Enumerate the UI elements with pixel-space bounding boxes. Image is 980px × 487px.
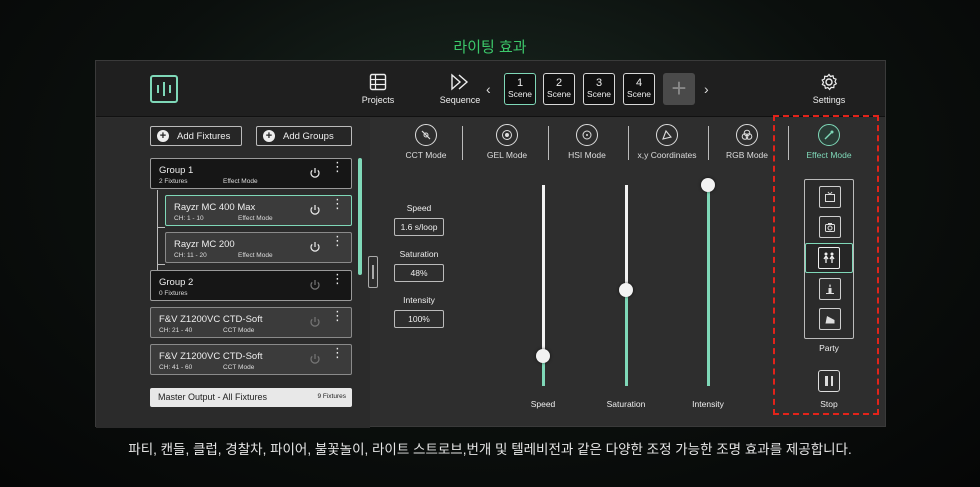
power-icon[interactable] [309,167,321,179]
page-heading: 라이팅 효과 [453,39,527,56]
intensity-slider-label: Intensity [692,399,724,409]
scene-2-button[interactable]: 2 Scene [543,73,575,105]
tab-cct-mode[interactable]: CCT Mode [391,124,461,160]
fixtures-scrollbar[interactable] [358,158,362,275]
tab-effect-mode[interactable]: Effect Mode [794,124,864,160]
saturation-slider-knob[interactable] [619,282,633,297]
plus-icon: + [263,130,275,142]
saturation-param-label: Saturation [399,249,439,259]
fixture-row[interactable]: F&V Z1200VC CTD-Soft CH: 41 - 60 CCT Mod… [150,344,352,375]
fireworks-icon [825,316,835,324]
more-icon[interactable]: ⋮ [331,197,344,210]
divider [708,126,709,160]
top-bar: Projects Sequence ‹ 1 Scene 2 Scene 3 Sc… [96,61,885,117]
party-icon [823,252,835,263]
gel-icon [496,124,518,146]
power-icon[interactable] [309,353,321,365]
intensity-slider-knob[interactable] [701,178,715,192]
more-icon[interactable]: ⋮ [331,309,344,322]
effect-camera-button[interactable] [819,216,841,238]
panel-resize-handle[interactable] [368,256,378,288]
effect-candle-button[interactable] [819,278,841,300]
more-icon[interactable]: ⋮ [331,272,344,285]
divider [628,126,629,160]
effects-list [804,179,854,339]
tab-rgb-mode[interactable]: RGB Mode [712,124,782,160]
sequence-icon [451,73,469,91]
power-icon[interactable] [309,204,321,216]
power-icon[interactable] [309,241,321,253]
effect-fireworks-button[interactable] [819,308,841,330]
stop-label: Stop [820,399,838,409]
fixtures-panel: + Add Fixtures + Add Groups Group 1 2 Fi… [96,118,370,428]
speed-param-label: Speed [406,203,432,213]
plus-icon: + [157,130,169,142]
caption-text: 파티, 캔들, 클럽, 경찰차, 파이어, 불꽃놀이, 라이트 스트로브,번개 … [128,442,852,457]
tab-hsi-mode[interactable]: HSI Mode [552,124,622,160]
power-icon[interactable] [309,279,321,291]
tree-connector [157,264,165,265]
cct-icon [415,124,437,146]
rgb-icon [736,124,758,146]
divider [462,126,463,160]
more-icon[interactable]: ⋮ [331,346,344,359]
settings-button[interactable]: Settings [806,73,852,105]
sequence-button[interactable]: Sequence [436,73,484,105]
fixture-row[interactable]: Rayzr MC 200 CH: 11 - 20 Effect Mode ⋮ [165,232,352,263]
fixture-row[interactable]: F&V Z1200VC CTD-Soft CH: 21 - 40 CCT Mod… [150,307,352,338]
projects-button[interactable]: Projects [352,73,404,105]
app-window: Projects Sequence ‹ 1 Scene 2 Scene 3 Sc… [95,60,886,428]
sequence-label: Sequence [439,95,481,105]
divider [788,126,789,160]
intensity-param-label: Intensity [403,295,435,305]
effect-party-button[interactable] [805,243,853,273]
app-logo-icon[interactable] [150,75,178,103]
tree-connector [157,227,165,228]
master-output-row[interactable]: Master Output - All Fixtures 9 Fixtures [150,388,352,407]
camera-icon [825,223,835,232]
power-icon[interactable] [309,316,321,328]
selected-effect-label: Party [819,343,839,353]
tv-icon [825,191,835,202]
saturation-slider-label: Saturation [606,399,646,409]
fixture-row[interactable]: Group 1 2 Fixtures Effect Mode ⋮ [150,158,352,189]
candle-icon [826,284,834,294]
projects-label: Projects [361,95,395,105]
speed-slider-knob[interactable] [536,348,550,363]
projects-icon [369,73,387,91]
effect-tv-button[interactable] [819,186,841,208]
add-fixtures-button[interactable]: + Add Fixtures [150,126,242,146]
scene-prev-button[interactable]: ‹ [486,81,491,97]
fixture-row[interactable]: Group 2 0 Fixtures ⋮ [150,270,352,301]
more-icon[interactable]: ⋮ [331,160,344,173]
speed-value-field[interactable]: 1.6 s/loop [394,218,444,236]
stop-button[interactable] [818,370,840,392]
scene-4-button[interactable]: 4 Scene [623,73,655,105]
add-groups-button[interactable]: + Add Groups [256,126,352,146]
tab-xy-coordinates[interactable]: x,y Coordinates [632,124,702,160]
scene-next-button[interactable]: › [704,81,709,97]
fixture-row[interactable]: Rayzr MC 400 Max CH: 1 - 10 Effect Mode … [165,195,352,226]
effect-wand-icon [818,124,840,146]
pause-icon [825,376,828,386]
hsi-icon [576,124,598,146]
intensity-value-field[interactable]: 100% [394,310,444,328]
tab-gel-mode[interactable]: GEL Mode [472,124,542,160]
divider [548,126,549,160]
speed-slider-label: Speed [530,399,556,409]
gear-icon [821,73,838,91]
more-icon[interactable]: ⋮ [331,234,344,247]
add-scene-button[interactable]: + [663,73,695,105]
scene-1-button[interactable]: 1 Scene [504,73,536,105]
scene-3-button[interactable]: 3 Scene [583,73,615,105]
saturation-value-field[interactable]: 48% [394,264,444,282]
settings-label: Settings [812,95,846,105]
xy-icon [656,124,678,146]
